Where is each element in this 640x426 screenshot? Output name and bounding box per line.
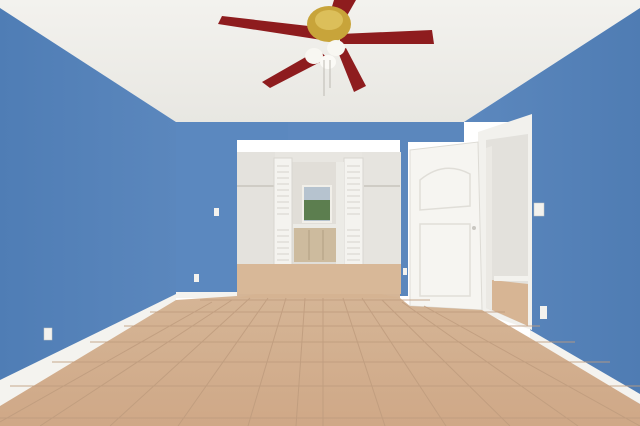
wall-outlet-right xyxy=(540,306,547,319)
back-wall-header xyxy=(288,122,350,140)
wall-outlet-back-right xyxy=(403,268,407,275)
panel-door xyxy=(409,141,483,311)
wall-outlet-left xyxy=(43,327,53,341)
room-photo xyxy=(0,0,640,426)
light-switch-right xyxy=(533,202,545,217)
vanity-cabinet xyxy=(294,226,338,262)
wall-outlet-back xyxy=(194,274,199,282)
light-switch-back xyxy=(214,208,219,216)
